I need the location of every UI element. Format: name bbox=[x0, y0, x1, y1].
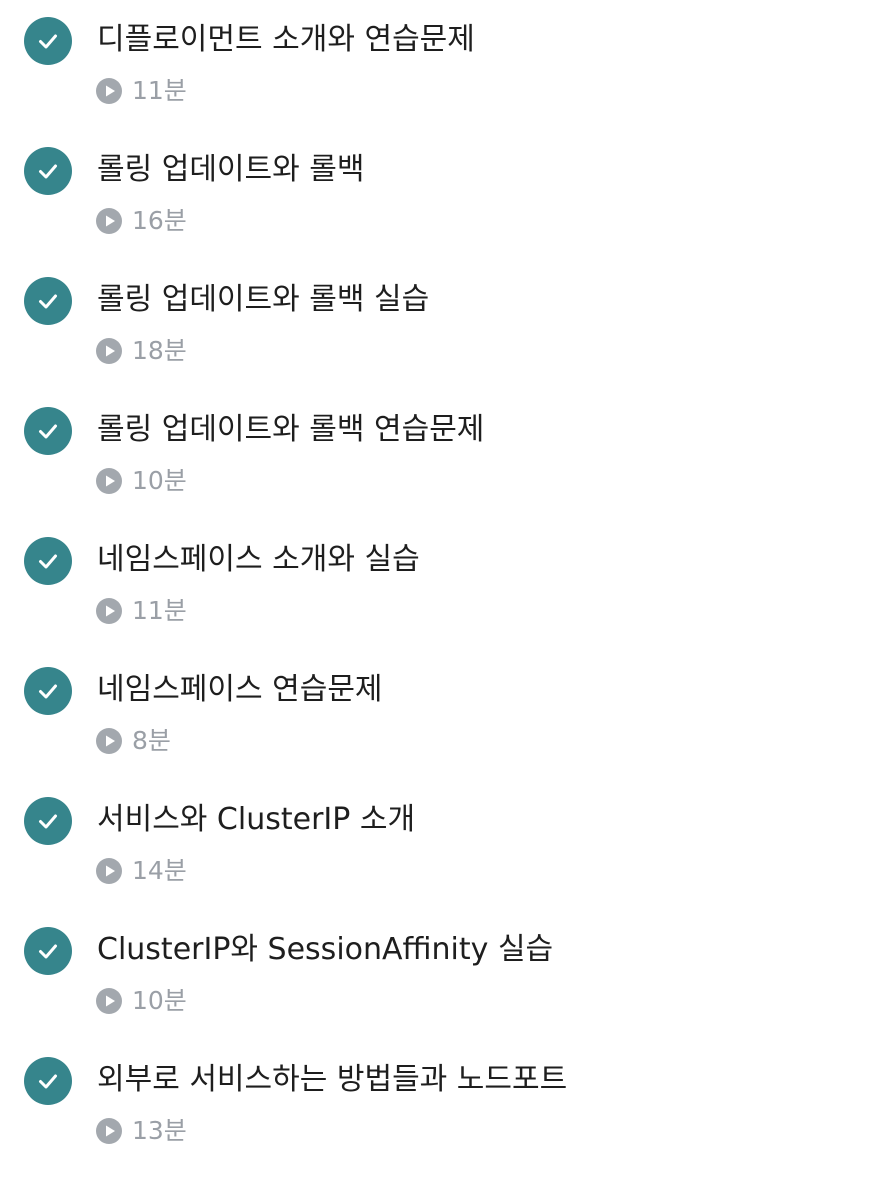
check-circle-icon bbox=[24, 147, 72, 195]
play-circle-icon bbox=[96, 988, 122, 1014]
lesson-meta: 10분 bbox=[96, 465, 187, 497]
lesson-meta: 16분 bbox=[96, 205, 187, 237]
play-circle-icon bbox=[96, 1118, 122, 1144]
lesson-duration: 16분 bbox=[132, 206, 187, 235]
lesson-duration: 11분 bbox=[132, 76, 187, 105]
lesson-duration: 11분 bbox=[132, 596, 187, 625]
lesson-title: 네임스페이스 연습문제 bbox=[97, 672, 383, 707]
play-circle-icon bbox=[96, 78, 122, 104]
check-circle-icon bbox=[24, 797, 72, 845]
lesson-title: 롤링 업데이트와 롤백 bbox=[97, 152, 365, 187]
play-circle-icon bbox=[96, 208, 122, 234]
lesson-list: 디플로이먼트 소개와 연습문제 11분 롤링 업데이트와 롤백 16분 롤링 업… bbox=[0, 0, 890, 1170]
lesson-item[interactable]: 네임스페이스 소개와 실습 11분 bbox=[0, 520, 890, 650]
check-circle-icon bbox=[24, 927, 72, 975]
lesson-item[interactable]: 롤링 업데이트와 롤백 실습 18분 bbox=[0, 260, 890, 390]
lesson-meta: 13분 bbox=[96, 1115, 187, 1147]
lesson-item[interactable]: 롤링 업데이트와 롤백 16분 bbox=[0, 130, 890, 260]
lesson-title: 디플로이먼트 소개와 연습문제 bbox=[97, 22, 475, 57]
play-circle-icon bbox=[96, 338, 122, 364]
play-circle-icon bbox=[96, 468, 122, 494]
play-circle-icon bbox=[96, 858, 122, 884]
lesson-title: 외부로 서비스하는 방법들과 노드포트 bbox=[97, 1062, 568, 1097]
check-circle-icon bbox=[24, 537, 72, 585]
lesson-item[interactable]: ClusterIP와 SessionAffinity 실습 10분 bbox=[0, 910, 890, 1040]
lesson-duration: 18분 bbox=[132, 336, 187, 365]
lesson-item[interactable]: 디플로이먼트 소개와 연습문제 11분 bbox=[0, 0, 890, 130]
lesson-meta: 18분 bbox=[96, 335, 187, 367]
lesson-item[interactable]: 네임스페이스 연습문제 8분 bbox=[0, 650, 890, 780]
lesson-title: ClusterIP와 SessionAffinity 실습 bbox=[97, 932, 554, 967]
lesson-title: 롤링 업데이트와 롤백 실습 bbox=[97, 282, 430, 317]
lesson-duration: 10분 bbox=[132, 986, 187, 1015]
check-circle-icon bbox=[24, 1057, 72, 1105]
lesson-duration: 8분 bbox=[132, 726, 171, 755]
check-circle-icon bbox=[24, 17, 72, 65]
lesson-title: 서비스와 ClusterIP 소개 bbox=[97, 802, 416, 837]
check-circle-icon bbox=[24, 407, 72, 455]
lesson-title: 네임스페이스 소개와 실습 bbox=[97, 542, 420, 577]
lesson-item[interactable]: 외부로 서비스하는 방법들과 노드포트 13분 bbox=[0, 1040, 890, 1170]
lesson-duration: 14분 bbox=[132, 856, 187, 885]
lesson-title: 롤링 업데이트와 롤백 연습문제 bbox=[97, 412, 485, 447]
lesson-item[interactable]: 서비스와 ClusterIP 소개 14분 bbox=[0, 780, 890, 910]
lesson-duration: 13분 bbox=[132, 1116, 187, 1145]
lesson-duration: 10분 bbox=[132, 466, 187, 495]
play-circle-icon bbox=[96, 598, 122, 624]
lesson-item[interactable]: 롤링 업데이트와 롤백 연습문제 10분 bbox=[0, 390, 890, 520]
lesson-meta: 8분 bbox=[96, 725, 171, 757]
check-circle-icon bbox=[24, 667, 72, 715]
play-circle-icon bbox=[96, 728, 122, 754]
lesson-meta: 11분 bbox=[96, 75, 187, 107]
lesson-meta: 14분 bbox=[96, 855, 187, 887]
check-circle-icon bbox=[24, 277, 72, 325]
lesson-meta: 11분 bbox=[96, 595, 187, 627]
lesson-meta: 10분 bbox=[96, 985, 187, 1017]
